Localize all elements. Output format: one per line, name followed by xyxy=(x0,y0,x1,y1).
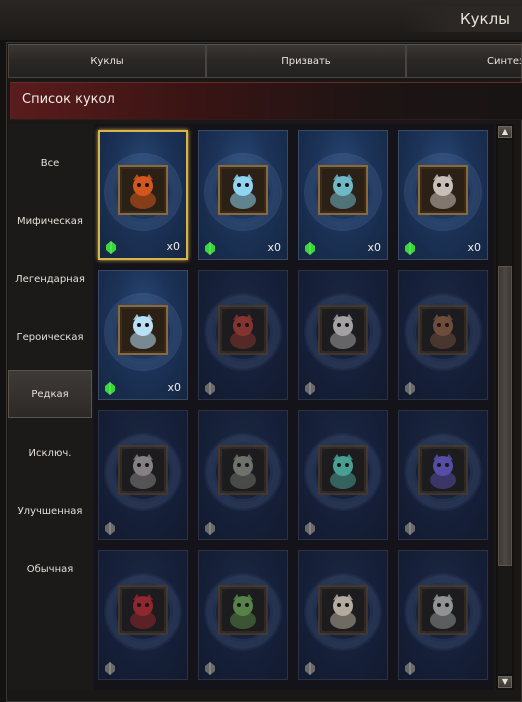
doll-card[interactable] xyxy=(398,270,488,400)
tab-summon[interactable]: Призвать xyxy=(206,44,406,78)
doll-card[interactable] xyxy=(198,550,288,680)
doll-list-title: Список кукол xyxy=(22,92,115,107)
doll-card[interactable] xyxy=(298,270,388,400)
category-legendary[interactable]: Легендарная xyxy=(8,256,92,304)
rarity-gem-icon xyxy=(106,239,116,254)
doll-card[interactable] xyxy=(298,550,388,680)
category-mythic[interactable]: Мифическая xyxy=(8,198,92,246)
doll-count: x0 xyxy=(166,240,180,253)
category-common[interactable]: Обычная xyxy=(8,546,92,594)
doll-count: x0 xyxy=(267,241,281,254)
scroll-up-button[interactable]: ▲ xyxy=(498,126,512,138)
rarity-gem-icon xyxy=(305,520,315,535)
rarity-gem-icon xyxy=(405,660,415,675)
rarity-gem-icon xyxy=(405,380,415,395)
monk-doll-icon xyxy=(318,584,368,635)
white-hair-girl-doll-icon xyxy=(318,304,368,355)
doll-count: x0 xyxy=(167,381,181,394)
doll-card[interactable]: x0 xyxy=(98,270,188,400)
category-sidebar: Все Мифическая Легендарная Героическая Р… xyxy=(8,124,92,690)
doll-card[interactable]: x0 xyxy=(198,130,288,260)
tab-synthesis[interactable]: Синтез xyxy=(406,44,522,78)
scroll-thumb[interactable] xyxy=(498,266,512,566)
ice-beast-doll-icon xyxy=(218,164,268,215)
goblin-doll-icon xyxy=(218,584,268,635)
tab-bar: Куклы Призвать Синтез xyxy=(8,44,522,78)
doll-card[interactable] xyxy=(398,550,488,680)
rarity-gem-icon xyxy=(105,380,115,395)
fire-demon-doll-icon xyxy=(118,164,168,215)
category-rare[interactable]: Редкая xyxy=(8,370,92,418)
category-all[interactable]: Все xyxy=(8,140,92,188)
window-title: Куклы xyxy=(402,6,522,32)
rarity-gem-icon xyxy=(105,660,115,675)
rarity-gem-icon xyxy=(305,240,315,255)
orb-doll-icon xyxy=(318,444,368,495)
rarity-gem-icon xyxy=(405,240,415,255)
category-exclusive[interactable]: Исключ. xyxy=(8,430,92,478)
red-imp-doll-icon xyxy=(218,304,268,355)
doll-card[interactable] xyxy=(198,410,288,540)
doll-card[interactable] xyxy=(398,410,488,540)
doll-list-header: Список кукол xyxy=(10,82,522,120)
doll-card[interactable]: x0 xyxy=(398,130,488,260)
doll-card[interactable]: x0 xyxy=(98,130,188,260)
doll-count: x0 xyxy=(467,241,481,254)
doll-card[interactable] xyxy=(98,550,188,680)
rarity-gem-icon xyxy=(305,380,315,395)
scroll-down-button[interactable]: ▼ xyxy=(498,676,512,688)
skeleton-doll-icon xyxy=(118,444,168,495)
wizard-doll-icon xyxy=(418,444,468,495)
frost-lady-doll-icon xyxy=(318,164,368,215)
gray-beast-doll-icon xyxy=(418,584,468,635)
grid-scrollbar[interactable]: ▲ ▼ xyxy=(496,124,514,690)
tab-dolls[interactable]: Куклы xyxy=(8,44,206,78)
armored-knight-doll-icon xyxy=(418,164,468,215)
rarity-gem-icon xyxy=(205,380,215,395)
category-improved[interactable]: Улучшенная xyxy=(8,488,92,536)
doll-card[interactable] xyxy=(298,410,388,540)
stone-golem-doll-icon xyxy=(218,444,268,495)
category-heroic[interactable]: Героическая xyxy=(8,314,92,362)
rarity-gem-icon xyxy=(205,240,215,255)
rarity-gem-icon xyxy=(205,660,215,675)
rarity-gem-icon xyxy=(305,660,315,675)
doll-card[interactable]: x0 xyxy=(298,130,388,260)
doll-card[interactable] xyxy=(198,270,288,400)
rarity-gem-icon xyxy=(405,520,415,535)
rarity-gem-icon xyxy=(205,520,215,535)
doll-card[interactable] xyxy=(98,410,188,540)
doll-count: x0 xyxy=(367,241,381,254)
rarity-gem-icon xyxy=(105,520,115,535)
horned-demon-doll-icon xyxy=(118,584,168,635)
doll-grid: x0 x0 x0 x0 x0 xyxy=(94,124,494,690)
crystal-spirit-doll-icon xyxy=(118,304,168,355)
wild-beast-doll-icon xyxy=(418,304,468,355)
